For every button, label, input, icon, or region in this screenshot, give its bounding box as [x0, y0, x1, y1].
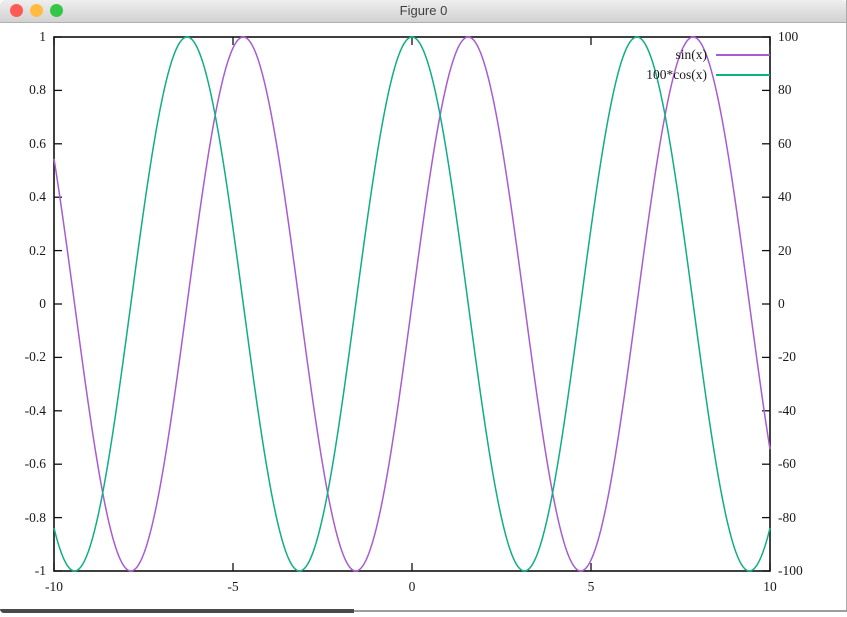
legend-row: sin(x) — [646, 45, 770, 65]
legend-line-sample — [716, 54, 770, 56]
window-bottom-edge-light — [354, 610, 847, 612]
legend: sin(x) 100*cos(x) — [646, 45, 770, 85]
legend-label: sin(x) — [676, 47, 708, 63]
curve-sin — [54, 37, 770, 571]
figure-window: Figure 0 -10-5051010.80.60.40.20-0.2-0.4… — [0, 0, 847, 617]
legend-row: 100*cos(x) — [646, 65, 770, 85]
legend-line-sample — [716, 74, 770, 76]
window-bottom-edge-dark — [0, 609, 354, 613]
legend-label: 100*cos(x) — [646, 67, 707, 83]
plot-canvas — [0, 0, 847, 617]
